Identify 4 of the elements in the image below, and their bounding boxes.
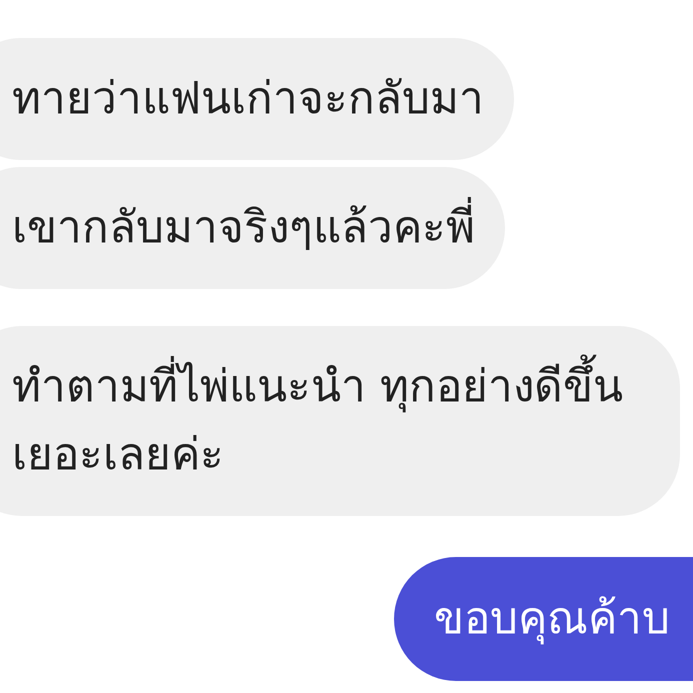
message-text: ขอบคุณค้าบ: [434, 592, 670, 646]
message-text: ทำตามที่ไพ่แนะนำ ทุกอย่างดีขึ้นเยอะเลยค่ะ: [12, 353, 650, 489]
message-text: เขากลับมาจริงๆแล้วคะพี่: [12, 194, 475, 262]
message-text: ทายว่าแฟนเก่าจะกลับมา: [12, 72, 484, 126]
